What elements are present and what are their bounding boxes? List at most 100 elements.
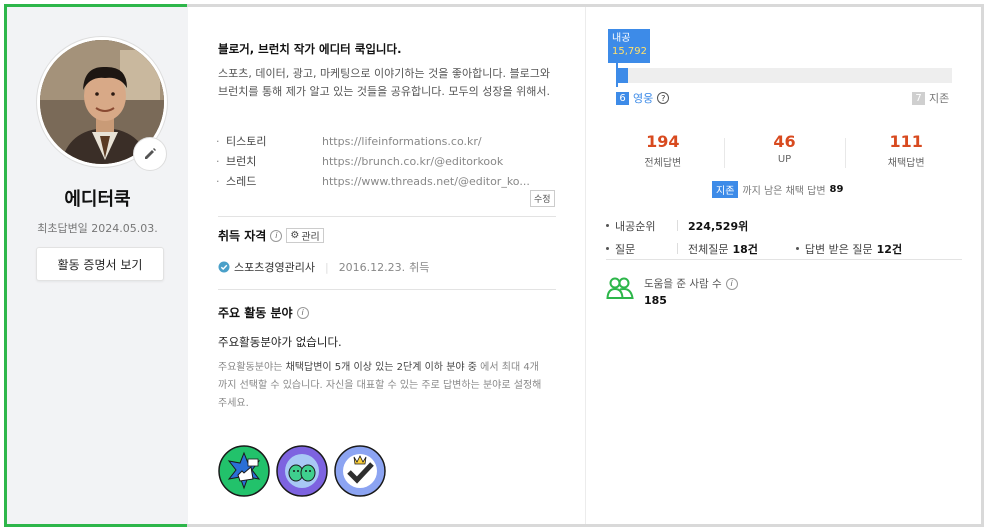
- link-list: · 티스토리 https://lifeinformations.co.kr/ ·…: [216, 131, 562, 191]
- divider: [218, 216, 556, 217]
- edit-profile-button[interactable]: [133, 137, 167, 171]
- profile-sidebar: 에디터쿡 최초답변일 2024.05.03. 활동 증명서 보기: [7, 7, 188, 524]
- manage-label: 관리: [301, 232, 320, 243]
- area-help-pre: 주요활동분야는: [218, 362, 286, 373]
- next-grade: 7 지존: [912, 90, 949, 106]
- up-badge-icon[interactable]: [218, 445, 270, 497]
- progress-marker: [616, 63, 618, 87]
- divider: [606, 259, 962, 260]
- separator: |: [324, 260, 329, 274]
- link-label: 브런치: [226, 155, 257, 168]
- nickname: 에디터쿡: [64, 189, 131, 210]
- helped-label-row: 도움을 준 사람 수 i: [644, 276, 738, 291]
- next-grade-tag: 지존: [712, 181, 739, 198]
- stat-label: 채택답변: [887, 158, 925, 169]
- together-badge-icon[interactable]: [276, 445, 328, 497]
- link-url[interactable]: https://lifeinformations.co.kr/: [322, 135, 482, 148]
- stats-panel: 내공 15,792 6 영웅 ? 7 지존 194 전체답변 46 UP 111…: [586, 7, 981, 524]
- question-total-label: 전체질문: [688, 242, 729, 256]
- bullet: ·: [216, 134, 220, 148]
- remaining-text: 까지 남은 채택 답변: [742, 186, 826, 197]
- bio-title: 블로거, 브런치 작가 에디터 쿡입니다.: [218, 42, 402, 56]
- stat-value: 46: [773, 132, 796, 151]
- bullet: ·: [216, 154, 220, 168]
- area-header: 주요 활동 분야 i: [218, 304, 309, 321]
- rank-value: 224,529위: [688, 219, 749, 233]
- current-grade: 6 영웅 ?: [616, 90, 670, 106]
- level-progress-bar: [616, 68, 952, 83]
- stat-value: 111: [889, 132, 923, 151]
- stat-up[interactable]: 46 UP: [723, 132, 846, 169]
- stat-total-answers[interactable]: 194 전체답변: [602, 132, 724, 169]
- info-list: 내공순위 224,529위 질문 전체질문 18건 답변 받은 질문 12건: [606, 214, 966, 260]
- qualification-item: 스포츠경영관리사 | 2016.12.23. 취득: [218, 259, 429, 275]
- qualification-header: 취득 자격 i ⚙ 관리: [218, 227, 324, 244]
- gear-icon: ⚙: [290, 230, 300, 241]
- info-icon[interactable]: i: [270, 229, 283, 242]
- question-total-value[interactable]: 18건: [732, 241, 757, 257]
- qualification-status: 취득: [409, 261, 430, 274]
- current-grade-name: 영웅: [633, 92, 654, 105]
- first-answer-date: 최초답변일 2024.05.03.: [37, 222, 158, 235]
- link-label: 스레드: [226, 175, 257, 188]
- divider: [218, 289, 556, 290]
- bullet: [795, 247, 799, 250]
- pencil-icon: [145, 148, 156, 159]
- area-title: 주요 활동 분야: [218, 306, 293, 320]
- link-row-tistory: · 티스토리 https://lifeinformations.co.kr/: [216, 131, 562, 151]
- avatar-wrapper: [37, 37, 167, 171]
- link-row-threads: · 스레드 https://www.threads.net/@editor_ko…: [216, 171, 562, 191]
- helped-value: 185: [644, 294, 667, 307]
- remaining-to-next: 지존 까지 남은 채택 답변 89: [712, 181, 843, 198]
- activity-certificate-button[interactable]: 활동 증명서 보기: [36, 247, 164, 281]
- next-grade-name: 지존: [929, 92, 950, 105]
- stat-value: 194: [646, 132, 680, 151]
- info-icon[interactable]: i: [296, 306, 309, 319]
- link-url[interactable]: https://www.threads.net/@editor_ko...: [322, 175, 530, 188]
- stat-selected-answers[interactable]: 111 채택답변: [845, 132, 967, 169]
- edit-links-button[interactable]: 수정: [530, 190, 555, 207]
- question-label: 질문: [615, 242, 636, 256]
- separator: [677, 243, 678, 254]
- help-icon[interactable]: ?: [657, 92, 670, 104]
- answered-label: 답변 받은 질문: [804, 242, 873, 256]
- bullet: [606, 247, 609, 250]
- area-help-emphasis: 채택답변이 5개 이상 있는 2단계 이하 분야 중: [285, 362, 477, 373]
- profile-details: 블로거, 브런치 작가 에디터 쿡입니다. 스포츠, 데이터, 광고, 마케팅으…: [188, 7, 584, 524]
- remaining-value: 89: [829, 184, 844, 195]
- link-row-brunch: · 브런치 https://brunch.co.kr/@editorkook: [216, 151, 562, 171]
- points-label: 내공: [612, 33, 631, 44]
- area-empty-message: 주요활동분야가 없습니다.: [218, 335, 342, 349]
- manage-qualification-button[interactable]: ⚙ 관리: [286, 228, 324, 243]
- profile-page: 에디터쿡 최초답변일 2024.05.03. 활동 증명서 보기 블로거, 브런…: [0, 0, 987, 530]
- current-grade-number: 6: [616, 91, 629, 105]
- stat-label: UP: [777, 154, 792, 165]
- stat-label: 전체답변: [644, 158, 682, 169]
- points-flag: 내공 15,792: [608, 29, 650, 63]
- info-row-questions: 질문 전체질문 18건 답변 받은 질문 12건: [606, 237, 966, 260]
- link-url[interactable]: https://brunch.co.kr/@editorkook: [322, 155, 503, 168]
- helped-label: 도움을 준 사람 수: [644, 278, 722, 290]
- info-icon[interactable]: i: [725, 277, 738, 290]
- qualification-name: 스포츠경영관리사: [234, 261, 315, 274]
- people-icon: [606, 277, 634, 299]
- link-label: 티스토리: [226, 135, 267, 148]
- qualification-title: 취득 자격: [218, 229, 267, 243]
- answer-stats: 194 전체답변 46 UP 111 채택답변: [602, 132, 967, 169]
- helped-text: 도움을 준 사람 수 i 185: [644, 276, 738, 307]
- helped-people: 도움을 준 사람 수 i 185: [606, 276, 738, 307]
- verified-check-icon: [218, 261, 230, 273]
- bullet: ·: [216, 174, 220, 188]
- bullet: [606, 224, 609, 227]
- answered-value[interactable]: 12건: [877, 241, 902, 257]
- info-row-rank: 내공순위 224,529위: [606, 214, 966, 237]
- points-value: 15,792: [612, 46, 647, 57]
- rank-label: 내공순위: [615, 219, 656, 233]
- solution-badge-icon[interactable]: [334, 445, 386, 497]
- separator: [677, 220, 678, 231]
- qualification-date: 2016.12.23.: [338, 260, 406, 274]
- next-grade-number: 7: [912, 91, 925, 105]
- badge-list: [218, 445, 386, 497]
- bio-text: 스포츠, 데이터, 광고, 마케팅으로 이야기하는 것을 좋아합니다. 블로그와…: [218, 67, 550, 98]
- area-help-text: 주요활동분야는 채택답변이 5개 이상 있는 2단계 이하 분야 중 에서 최대…: [218, 359, 548, 413]
